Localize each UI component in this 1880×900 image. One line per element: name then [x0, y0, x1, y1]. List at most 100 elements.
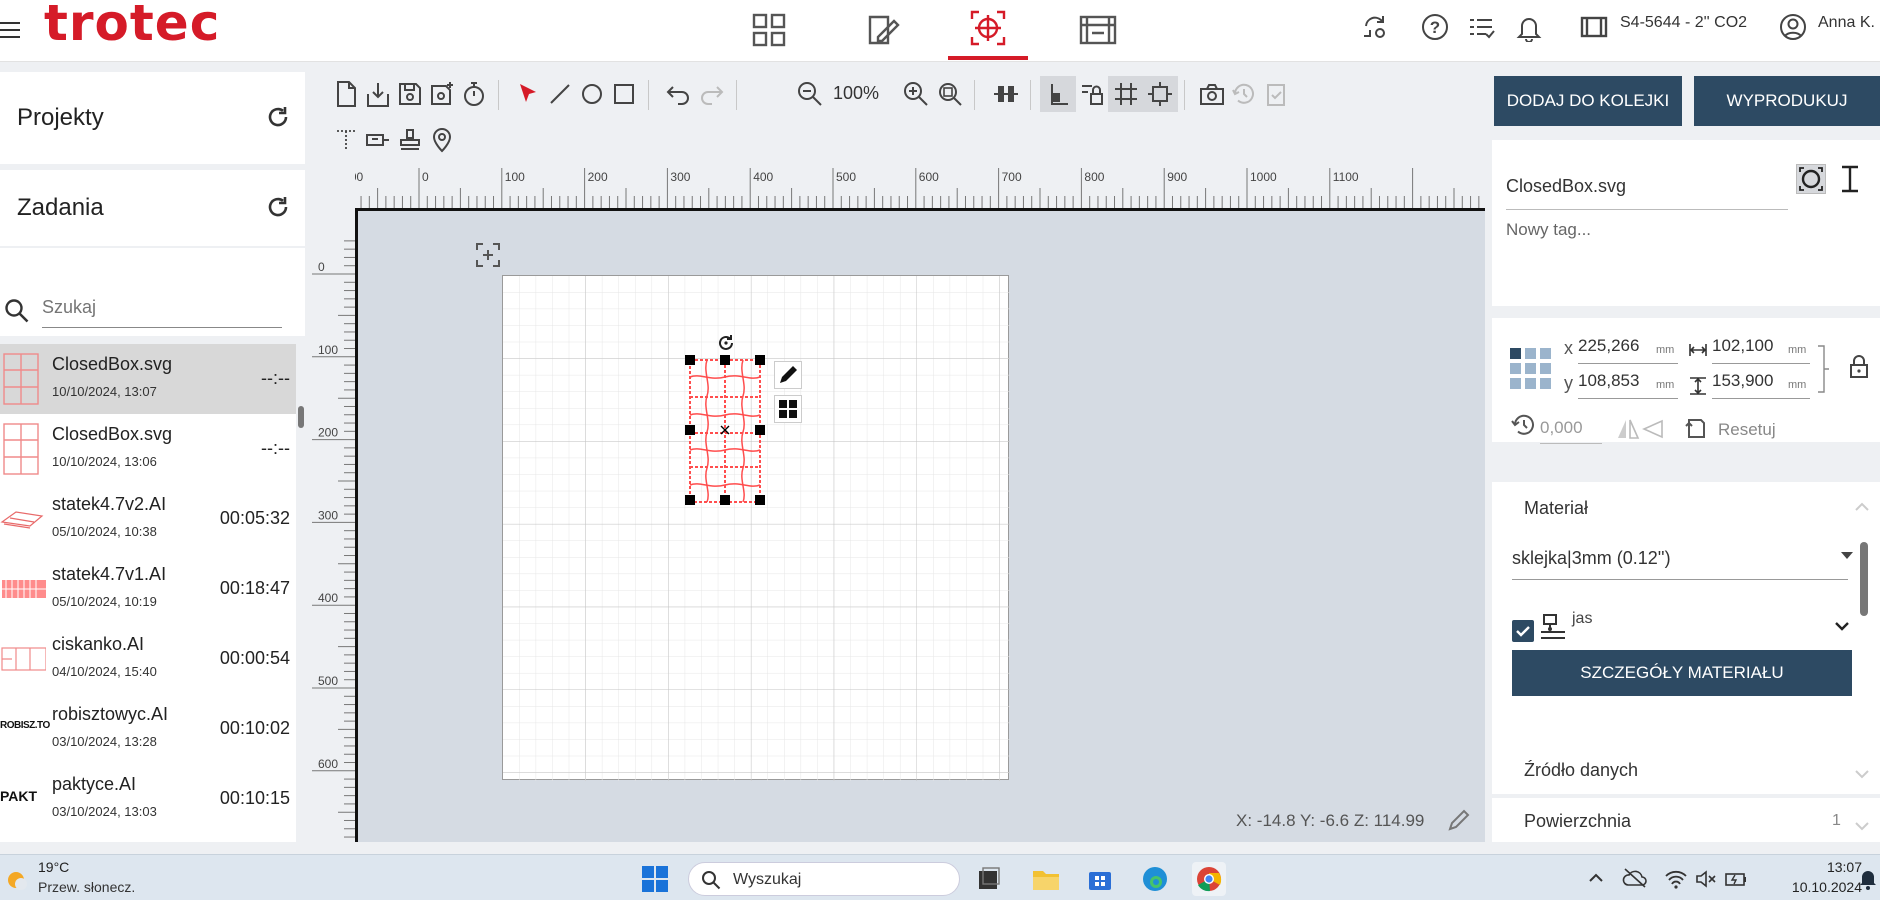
save-icon[interactable]	[392, 76, 428, 112]
redo-icon[interactable]	[694, 76, 730, 112]
snap-icon[interactable]	[1040, 76, 1076, 112]
material-scrollbar[interactable]	[1860, 542, 1868, 616]
rotate-handle-icon[interactable]	[715, 332, 737, 354]
weather-temperature[interactable]: 19°C	[38, 859, 69, 875]
flip-horizontal-icon[interactable]	[1642, 418, 1666, 440]
tab-prepare[interactable]	[948, 0, 1028, 60]
edge-browser-icon[interactable]	[1138, 862, 1172, 896]
select-arrow-icon[interactable]	[510, 76, 546, 112]
check-clipboard-icon[interactable]	[1258, 76, 1294, 112]
tag-input[interactable]: Nowy tag...	[1506, 220, 1591, 240]
material-details-button[interactable]: SZCZEGÓŁY MATERIAŁU	[1512, 650, 1852, 696]
chrome-browser-icon[interactable]	[1192, 862, 1226, 896]
timer-icon[interactable]	[456, 76, 492, 112]
file-name-field[interactable]: ClosedBox.svg	[1506, 166, 1788, 210]
produce-button[interactable]: WYPRODUKUJ	[1694, 76, 1880, 126]
ellipse-tool-icon[interactable]	[574, 76, 610, 112]
list-item[interactable]: PAKT paktyce.AI 03/10/2024, 13:03 00:10:…	[0, 764, 296, 834]
chevron-down-icon[interactable]	[1834, 620, 1850, 632]
notification-icon[interactable]	[1858, 867, 1878, 891]
dropdown-arrow-icon[interactable]	[1840, 550, 1854, 560]
task-list-icon[interactable]	[1464, 10, 1498, 44]
tab-design[interactable]	[843, 0, 923, 60]
chevron-up-icon[interactable]	[1854, 500, 1870, 512]
camera-icon[interactable]	[1194, 76, 1230, 112]
list-item[interactable]: ciskanko.AI 04/10/2024, 15:40 00:00:54	[0, 624, 296, 694]
file-explorer-icon[interactable]	[1029, 862, 1063, 896]
work-area-card[interactable]: Powierzchnia robocza 1	[1492, 798, 1880, 842]
history-icon[interactable]	[1226, 76, 1262, 112]
tab-dashboard[interactable]	[729, 0, 809, 60]
clock-time[interactable]: 13:07	[1780, 859, 1862, 875]
tab-production[interactable]	[1058, 0, 1138, 60]
sync-settings-icon[interactable]	[1358, 10, 1392, 44]
data-source-card[interactable]: Źródło danych	[1492, 746, 1880, 794]
refresh-icon[interactable]	[265, 104, 291, 130]
pencil-icon[interactable]	[1446, 807, 1472, 833]
taskbar-search[interactable]: Wyszukaj	[688, 862, 960, 896]
refresh-icon[interactable]	[265, 194, 291, 220]
zoom-fit-icon[interactable]	[932, 76, 968, 112]
import-icon[interactable]	[360, 76, 396, 112]
chevron-up-icon[interactable]	[1588, 871, 1604, 883]
zoom-out-icon[interactable]	[792, 76, 828, 112]
new-file-icon[interactable]	[328, 76, 364, 112]
device-name[interactable]: S4-5644 - 2'' CO2	[1620, 14, 1747, 32]
text-cursor-icon[interactable]	[1836, 164, 1864, 194]
save-as-icon[interactable]	[424, 76, 460, 112]
rectangle-tool-icon[interactable]	[606, 76, 642, 112]
location-pin-icon[interactable]	[424, 122, 460, 158]
material-select[interactable]: sklejka|3mm (0.12'')	[1512, 538, 1848, 580]
jobs-header[interactable]: Zadania	[0, 170, 305, 246]
grid-icon[interactable]	[1108, 76, 1144, 112]
target-toggle-icon[interactable]	[1796, 164, 1826, 194]
list-item[interactable]: statek4.7v2.AI 05/10/2024, 10:38 00:05:3…	[0, 484, 296, 554]
snap-lock-icon[interactable]	[1074, 76, 1110, 112]
stamp-icon[interactable]	[392, 122, 428, 158]
wifi-icon[interactable]	[1664, 869, 1688, 889]
windows-start-icon[interactable]	[638, 862, 672, 896]
onedrive-off-icon[interactable]	[1622, 867, 1648, 889]
volume-muted-icon[interactable]	[1694, 869, 1718, 889]
list-item[interactable]: ClosedBox.svg 10/10/2024, 13:06 --:--	[0, 414, 296, 484]
task-view-icon[interactable]	[972, 862, 1006, 896]
lock-icon[interactable]	[1848, 354, 1870, 380]
measure-tool-icon[interactable]	[360, 122, 396, 158]
reset-button[interactable]: Resetuj	[1718, 420, 1776, 440]
list-item[interactable]: ROBISZ.TO robisztowyc.AI 03/10/2024, 13:…	[0, 694, 296, 764]
reset-icon[interactable]	[1684, 416, 1708, 440]
undo-icon[interactable]	[660, 76, 696, 112]
microsoft-store-icon[interactable]	[1083, 862, 1117, 896]
flip-vertical-icon[interactable]	[1616, 418, 1640, 440]
array-grid-icon[interactable]	[774, 395, 802, 423]
weather-sun-icon[interactable]	[4, 867, 30, 893]
text-tool-icon[interactable]	[328, 122, 364, 158]
chevron-down-icon[interactable]	[1854, 820, 1870, 832]
notification-bell-icon[interactable]	[1512, 10, 1546, 44]
add-to-queue-button[interactable]: DODAJ DO KOLEJKI	[1494, 76, 1682, 126]
selected-design[interactable]	[685, 355, 765, 505]
clock-date[interactable]: 10.10.2024	[1770, 879, 1862, 895]
align-center-icon[interactable]	[988, 76, 1024, 112]
design-canvas[interactable]: X: -14.8 Y: -6.6 Z: 114.99	[355, 208, 1485, 842]
anchor-point-icon[interactable]	[1510, 348, 1552, 390]
user-name[interactable]: Anna K.	[1818, 14, 1875, 32]
help-icon[interactable]: ?	[1418, 10, 1452, 44]
projects-header[interactable]: Projekty	[0, 72, 305, 164]
list-item[interactable]: statek4.7v1.AI 05/10/2024, 10:19 00:18:4…	[0, 554, 296, 624]
line-tool-icon[interactable]	[542, 76, 578, 112]
zoom-in-icon[interactable]	[898, 76, 934, 112]
weather-description[interactable]: Przew. słonecz.	[38, 879, 135, 895]
battery-icon[interactable]	[1724, 869, 1748, 889]
center-snap-icon[interactable]	[1142, 76, 1178, 112]
user-avatar-icon[interactable]	[1776, 10, 1810, 44]
search-input[interactable]	[42, 288, 282, 328]
menu-icon[interactable]	[0, 20, 22, 40]
rotation-input[interactable]: 0,000	[1540, 418, 1602, 444]
work-area[interactable]	[502, 275, 1010, 781]
fit-view-icon[interactable]	[474, 241, 502, 269]
edit-pencil-icon[interactable]	[774, 361, 802, 389]
chevron-down-icon[interactable]	[1854, 768, 1870, 780]
job-list-scrollbar[interactable]	[298, 406, 304, 428]
list-item[interactable]: ClosedBox.svg 10/10/2024, 13:07 --:--	[0, 344, 296, 414]
